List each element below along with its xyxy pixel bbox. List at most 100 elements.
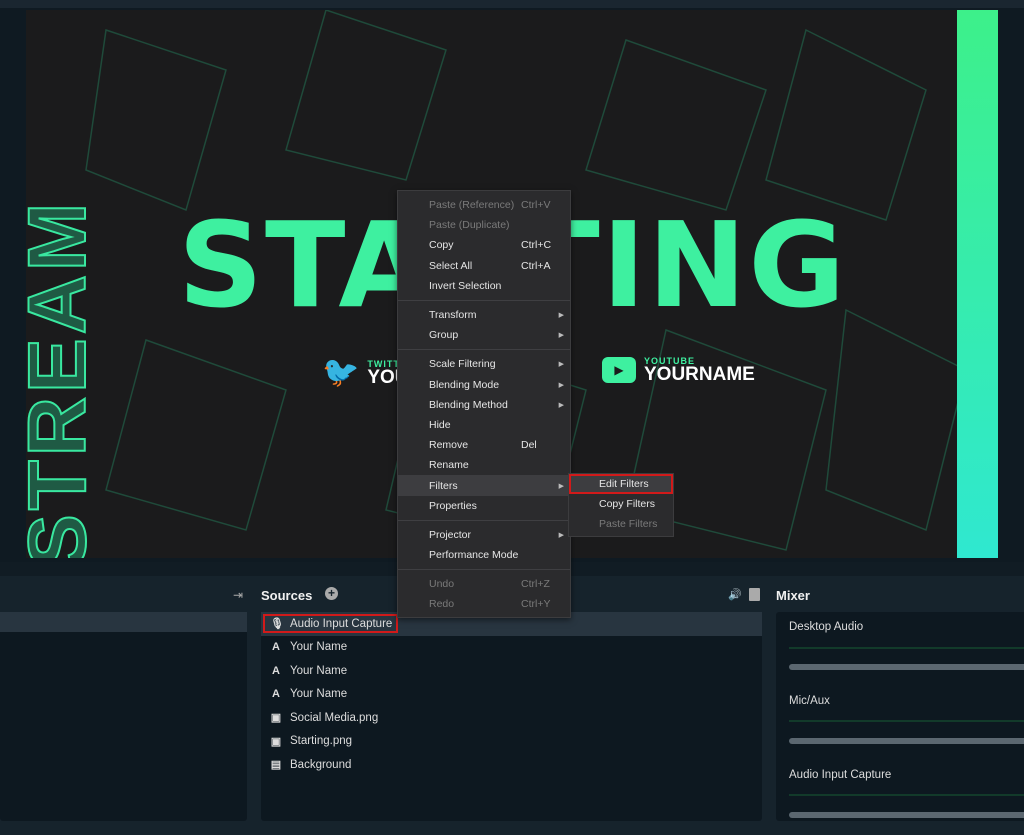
- menu-item-label: Copy: [429, 239, 454, 252]
- source-item[interactable]: ▤ Background: [261, 753, 762, 777]
- menu-item-label: Properties: [429, 499, 477, 512]
- mixer-channel-label: Desktop Audio: [789, 621, 864, 633]
- submenu-arrow-icon: ▶: [558, 531, 564, 539]
- shortcut-label: Ctrl+V: [521, 199, 551, 212]
- submenu-item-edit-filters[interactable]: Edit Filters: [569, 474, 673, 495]
- submenu-arrow-icon: ▶: [558, 312, 564, 320]
- submenu-arrow-icon: ▶: [558, 361, 564, 369]
- submenu-arrow-icon: ▶: [558, 381, 564, 389]
- volume-meter: [789, 794, 1024, 796]
- menu-item-label: Blending Mode: [429, 378, 500, 391]
- menu-separator: [398, 519, 570, 521]
- dock-expand-icon[interactable]: ⇥: [233, 588, 243, 602]
- menu-item-hide[interactable]: Hide: [398, 415, 570, 435]
- menu-item-label: Group: [429, 329, 459, 342]
- image-icon: ▣: [270, 712, 282, 725]
- menu-item-paste-reference: Paste (Reference) Ctrl+V: [398, 195, 570, 215]
- image-icon: ▣: [270, 735, 282, 748]
- volume-slider[interactable]: [789, 812, 1024, 818]
- menu-item-label: Paste (Duplicate): [429, 219, 510, 232]
- menu-item-select-all[interactable]: Select All Ctrl+A: [398, 256, 570, 276]
- source-label: Background: [290, 758, 352, 771]
- youtube-social: ▶ YOUTUBE YOURNAME: [602, 356, 755, 384]
- add-folder-icon[interactable]: [749, 588, 760, 601]
- menu-item-copy[interactable]: Copy Ctrl+C: [398, 235, 570, 255]
- source-item[interactable]: A Your Name: [261, 659, 762, 683]
- youtube-icon: ▶: [602, 357, 636, 383]
- youtube-name: YOURNAME: [644, 364, 755, 385]
- source-label: Audio Input Capture: [290, 617, 393, 630]
- twitter-icon: 🐦: [322, 356, 360, 389]
- menu-item-label: Undo: [429, 578, 455, 591]
- source-item[interactable]: ▣ Starting.png: [261, 730, 762, 754]
- text-icon: A: [272, 688, 280, 701]
- microphone-icon: 🎙: [270, 618, 284, 631]
- submenu-item-copy-filters[interactable]: Copy Filters: [569, 494, 673, 514]
- selected-scene-row[interactable]: [0, 612, 247, 632]
- menu-separator: [398, 569, 570, 571]
- menu-item-invert-selection[interactable]: Invert Selection: [398, 276, 570, 296]
- submenu-item-paste-filters: Paste Filters: [599, 518, 658, 531]
- audio-settings-icon[interactable]: 🔊: [728, 588, 742, 601]
- menu-item-group[interactable]: Group ▶: [398, 325, 570, 345]
- menu-item-undo: Undo Ctrl+Z: [398, 574, 570, 594]
- volume-slider[interactable]: [789, 738, 1024, 744]
- shortcut-label: Ctrl+C: [521, 239, 552, 252]
- source-label: Your Name: [290, 641, 348, 654]
- source-label: Your Name: [290, 664, 348, 677]
- menu-item-performance-mode[interactable]: Performance Mode: [398, 545, 570, 565]
- menu-item-remove[interactable]: Remove Del: [398, 435, 570, 455]
- menu-item-redo: Redo Ctrl+Y: [398, 594, 570, 614]
- menu-separator: [398, 299, 570, 301]
- menu-item-label: Redo: [429, 598, 455, 611]
- menu-item-label: Transform: [429, 309, 477, 322]
- scenes-panel[interactable]: [0, 612, 247, 821]
- menu-item-label: Select All: [429, 259, 473, 272]
- text-icon: A: [272, 641, 280, 654]
- menu-item-label: Invert Selection: [429, 279, 502, 292]
- source-item[interactable]: A Your Name: [261, 636, 762, 660]
- shortcut-label: Del: [521, 439, 537, 452]
- menu-item-transform[interactable]: Transform ▶: [398, 305, 570, 325]
- shortcut-label: Ctrl+Z: [521, 578, 550, 591]
- menu-separator: [398, 349, 570, 351]
- source-label: Starting.png: [290, 735, 353, 748]
- menu-item-label: Remove: [429, 439, 469, 452]
- source-item[interactable]: A Your Name: [261, 683, 762, 707]
- mixer-panel: Desktop Audio Mic/Aux Audio Input Captur…: [776, 612, 1024, 821]
- add-source-icon[interactable]: +: [325, 587, 338, 600]
- menu-item-blending-mode[interactable]: Blending Mode ▶: [398, 375, 570, 395]
- submenu-arrow-icon: ▶: [558, 332, 564, 340]
- mixer-channel-label: Audio Input Capture: [789, 769, 892, 781]
- mixer-title: Mixer: [776, 588, 810, 603]
- submenu-arrow-icon: ▶: [558, 401, 564, 409]
- menu-item-paste-duplicate: Paste (Duplicate): [398, 215, 570, 235]
- menu-item-projector[interactable]: Projector ▶: [398, 525, 570, 545]
- menu-item-filters[interactable]: Filters ▶: [398, 475, 570, 496]
- menu-item-label: Performance Mode: [429, 549, 519, 562]
- sources-title: Sources: [261, 588, 313, 603]
- menu-item-label: Filters: [429, 479, 458, 492]
- menu-item-label: Hide: [429, 418, 451, 431]
- menu-item-properties[interactable]: Properties: [398, 496, 570, 516]
- source-label: Your Name: [290, 688, 348, 701]
- volume-slider[interactable]: [789, 664, 1024, 670]
- volume-meter: [789, 647, 1024, 649]
- green-side-bar: [957, 10, 998, 558]
- source-item[interactable]: ▣ Social Media.png: [261, 706, 762, 730]
- menu-item-label: Paste (Reference): [429, 199, 515, 212]
- text-icon: A: [272, 664, 280, 677]
- source-label: Social Media.png: [290, 711, 379, 724]
- shortcut-label: Ctrl+A: [521, 259, 551, 272]
- menu-item-blending-method[interactable]: Blending Method ▶: [398, 395, 570, 415]
- submenu-arrow-icon: ▶: [558, 482, 564, 490]
- shortcut-label: Ctrl+Y: [521, 598, 551, 611]
- context-menu: Paste (Reference) Ctrl+V Paste (Duplicate)…: [397, 190, 571, 618]
- sources-list[interactable]: 🎙 Audio Input Capture A Your Name A Your Na…: [261, 612, 762, 821]
- file-icon: ▤: [270, 759, 282, 772]
- volume-meter: [789, 720, 1024, 722]
- menu-item-label: Scale Filtering: [429, 358, 496, 371]
- side-stream-text: STREAM: [26, 198, 104, 558]
- menu-item-scale-filtering[interactable]: Scale Filtering ▶: [398, 354, 570, 374]
- menu-item-rename[interactable]: Rename: [398, 455, 570, 475]
